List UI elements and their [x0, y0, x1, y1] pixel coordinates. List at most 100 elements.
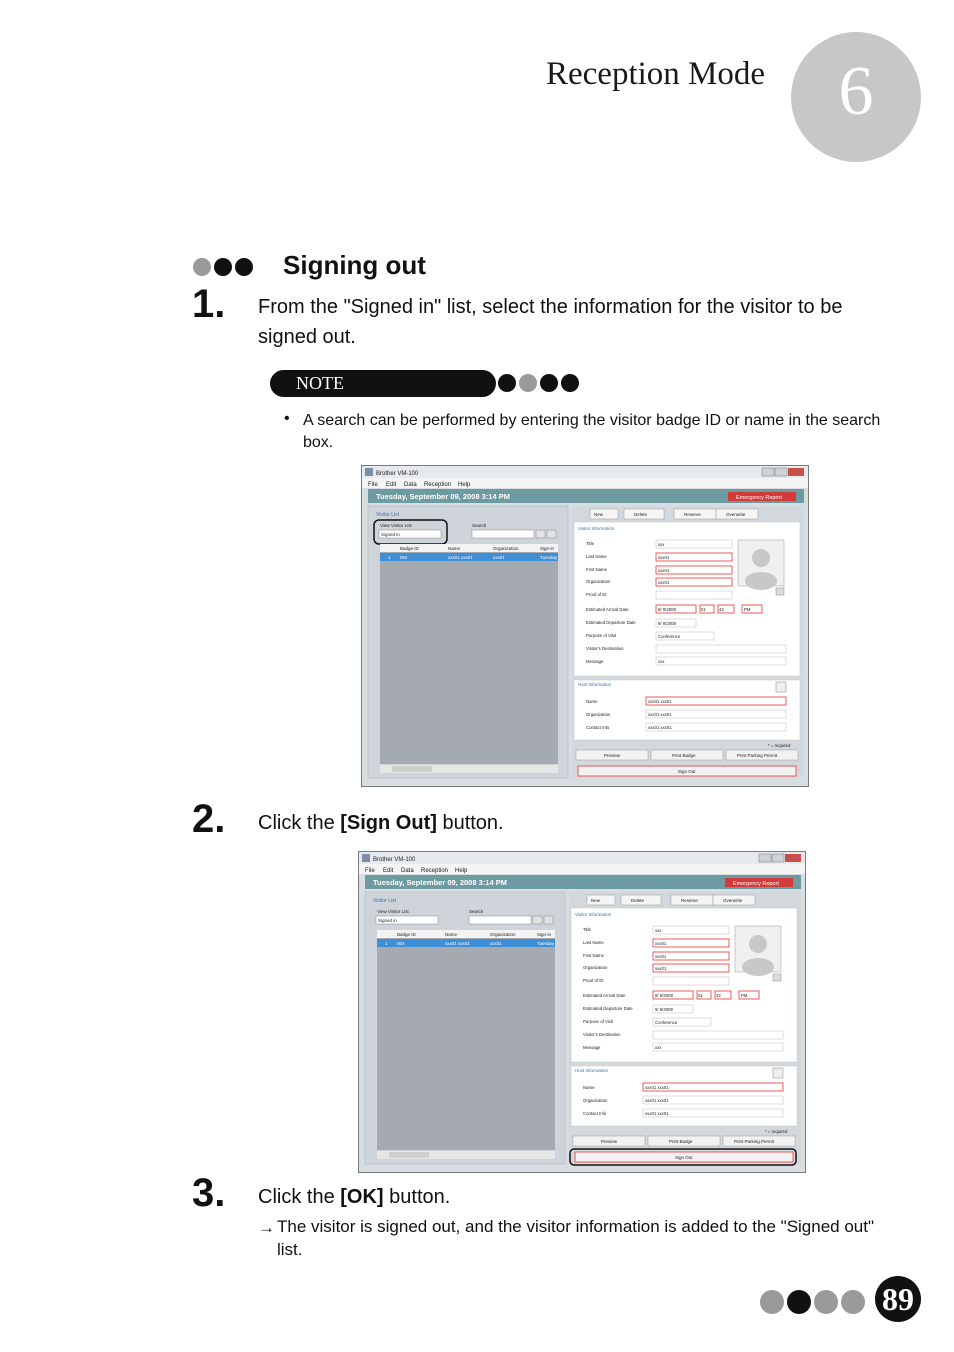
- chapter-badge: 6: [791, 32, 921, 162]
- svg-text:Host Information: Host Information: [575, 1068, 609, 1073]
- svg-text:Sign-in: Sign-in: [540, 546, 555, 551]
- svg-text:* = required: * = required: [768, 743, 791, 748]
- svg-text:Sign Out: Sign Out: [678, 769, 696, 774]
- svg-text:PM: PM: [744, 607, 751, 612]
- svg-text:Signed in: Signed in: [381, 532, 400, 537]
- footer-dots-icon: [760, 1290, 865, 1314]
- svg-text:xxx01: xxx01: [655, 966, 667, 971]
- app-window-illustration: Brother VM-100 File Edit Data Reception Help…: [359, 852, 805, 1172]
- svg-text:Organization: Organization: [586, 579, 611, 584]
- svg-text:Help: Help: [458, 482, 471, 488]
- step-3-result: The visitor is signed out, and the visit…: [277, 1217, 875, 1259]
- page-number: 89: [875, 1276, 921, 1322]
- svg-text:Delete: Delete: [634, 512, 648, 517]
- svg-text:xxx01 xxx01: xxx01 xxx01: [648, 699, 672, 704]
- svg-text:Print Parking Permit: Print Parking Permit: [734, 1139, 775, 1144]
- svg-text:Data: Data: [404, 482, 417, 488]
- svg-text:New: New: [594, 512, 604, 517]
- svg-text:Contact Info: Contact Info: [586, 725, 610, 730]
- svg-text:42: 42: [719, 607, 724, 612]
- svg-text:Preview: Preview: [604, 753, 621, 758]
- svg-text:9/ 9/2008: 9/ 9/2008: [658, 621, 677, 626]
- svg-text:Brother VM-100: Brother VM-100: [376, 471, 419, 477]
- svg-text:Organization: Organization: [583, 965, 608, 970]
- svg-text:9/ 9/2008: 9/ 9/2008: [658, 607, 677, 612]
- note-bullet: •: [284, 410, 290, 427]
- svg-text:xxx01: xxx01: [658, 568, 670, 573]
- svg-text:Badge ID: Badge ID: [397, 932, 417, 937]
- svg-text:xxx01: xxx01: [490, 941, 502, 946]
- svg-text:Message: Message: [583, 1045, 601, 1050]
- svg-text:Name: Name: [445, 932, 458, 937]
- svg-text:Tuesday: Tuesday: [540, 555, 558, 560]
- svg-text:Name: Name: [448, 546, 461, 551]
- svg-text:004: 004: [397, 941, 405, 946]
- screenshot-sign-out-button: Brother VM-100 File Edit Data Reception Help…: [358, 851, 806, 1173]
- svg-text:Print Parking Permit: Print Parking Permit: [737, 753, 778, 758]
- svg-text:Purpose of Visit: Purpose of Visit: [586, 633, 617, 638]
- svg-text:Name: Name: [583, 1085, 595, 1090]
- svg-text:Overwrite: Overwrite: [726, 512, 746, 517]
- svg-text:Sign Out: Sign Out: [675, 1155, 693, 1160]
- svg-text:View Visitor List: View Visitor List: [380, 523, 412, 528]
- svg-text:Print Badge: Print Badge: [672, 753, 696, 758]
- svg-text:Reserve: Reserve: [684, 512, 701, 517]
- section-title: Signing out: [283, 250, 426, 280]
- svg-text:Conference: Conference: [655, 1020, 678, 1025]
- svg-text:Visitor's Destination: Visitor's Destination: [586, 646, 624, 651]
- svg-text:01: 01: [698, 993, 703, 998]
- svg-text:xxx01: xxx01: [655, 954, 667, 959]
- svg-text:Emergency Report: Emergency Report: [733, 881, 779, 887]
- svg-text:Message: Message: [586, 659, 604, 664]
- svg-text:xxx01: xxx01: [493, 555, 505, 560]
- svg-text:xxx: xxx: [655, 1045, 662, 1050]
- note-bar: NOTE: [270, 370, 496, 397]
- step-1-number: 1.: [192, 282, 226, 326]
- svg-text:9/ 9/2008: 9/ 9/2008: [655, 1007, 674, 1012]
- svg-text:9/ 9/2008: 9/ 9/2008: [655, 993, 674, 998]
- svg-text:Organization: Organization: [583, 1098, 608, 1103]
- svg-text:xxx01: xxx01: [658, 555, 670, 560]
- svg-text:Visitor Information: Visitor Information: [575, 912, 612, 917]
- svg-text:xxx01 xxx01: xxx01 xxx01: [645, 1098, 669, 1103]
- svg-text:Visitor List: Visitor List: [373, 898, 397, 904]
- svg-text:Emergency Report: Emergency Report: [736, 495, 782, 501]
- svg-text:xxx01 xxx01: xxx01 xxx01: [648, 712, 672, 717]
- svg-text:File: File: [368, 482, 378, 488]
- svg-text:Print Badge: Print Badge: [669, 1139, 693, 1144]
- svg-text:Tuesday: Tuesday: [537, 941, 555, 946]
- svg-text:PM: PM: [741, 993, 748, 998]
- svg-text:Last Name: Last Name: [583, 940, 604, 945]
- result-arrow-icon: →: [258, 1218, 275, 1237]
- svg-text:Delete: Delete: [631, 898, 645, 903]
- svg-text:Overwrite: Overwrite: [723, 898, 743, 903]
- svg-text:Data: Data: [401, 868, 414, 874]
- svg-text:Search: Search: [469, 909, 484, 914]
- svg-text:Proof of ID: Proof of ID: [586, 592, 607, 597]
- svg-text:xxx: xxx: [658, 542, 665, 547]
- svg-text:Signed in: Signed in: [378, 918, 397, 923]
- svg-text:Proof of ID: Proof of ID: [583, 978, 604, 983]
- svg-text:01: 01: [701, 607, 706, 612]
- svg-text:Tuesday, September 09, 2008 3:: Tuesday, September 09, 2008 3:14 PM: [376, 492, 510, 501]
- svg-text:xxx01 xxx01: xxx01 xxx01: [645, 1085, 669, 1090]
- svg-text:Purpose of Visit: Purpose of Visit: [583, 1019, 614, 1024]
- svg-text:Organization: Organization: [586, 712, 611, 717]
- step-3-number: 3.: [192, 1171, 226, 1215]
- svg-text:Sign-in: Sign-in: [537, 932, 552, 937]
- svg-text:Conference: Conference: [658, 634, 681, 639]
- svg-text:Estimated Arrival Date: Estimated Arrival Date: [583, 993, 626, 998]
- step-3-text: Click the [OK] button.: [258, 1186, 451, 1208]
- svg-text:xxx01 xxx01: xxx01 xxx01: [645, 1111, 669, 1116]
- svg-text:004: 004: [400, 555, 408, 560]
- svg-text:Edit: Edit: [386, 482, 397, 488]
- svg-text:Help: Help: [455, 868, 468, 874]
- svg-text:Last Name: Last Name: [586, 554, 607, 559]
- svg-text:Search: Search: [472, 523, 487, 528]
- svg-text:File: File: [365, 868, 375, 874]
- step-2-number: 2.: [192, 797, 226, 841]
- svg-text:Estimated Arrival Date: Estimated Arrival Date: [586, 607, 629, 612]
- svg-text:Tuesday, September 09, 2008 3:: Tuesday, September 09, 2008 3:14 PM: [373, 878, 507, 887]
- svg-text:Reception: Reception: [424, 482, 451, 488]
- step-2-text: Click the [Sign Out] button.: [258, 812, 504, 834]
